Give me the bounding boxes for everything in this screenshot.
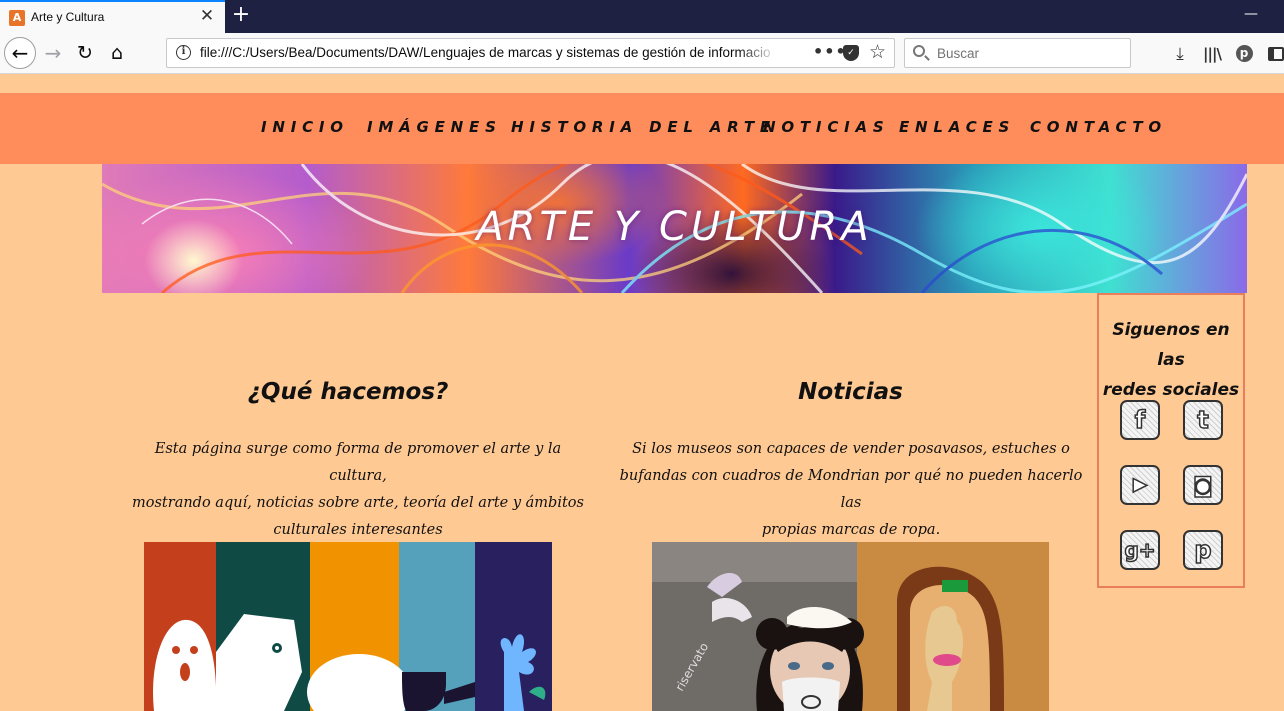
close-tab-icon[interactable]: ✕ [198,7,216,25]
youtube-icon[interactable]: ▶ [1120,465,1160,505]
que-hacemos-heading: ¿Qué hacemos? [247,379,449,405]
pocket-icon[interactable]: ✓ [843,45,859,61]
reload-icon[interactable]: ↻ [69,37,101,69]
browser-toolbar: ← → ↻ ⌂ i file:///C:/Users/Bea/Documents… [0,33,1284,74]
forward-icon[interactable]: → [37,37,69,69]
social-title: Siguenos en las redes sociales [1099,315,1243,405]
site-favicon-icon: A [9,10,25,26]
home-icon[interactable]: ⌂ [101,37,133,69]
pinterest-icon[interactable]: p [1234,43,1254,65]
nav-item-noticias[interactable]: NOTICIAS [763,118,890,136]
popart-image [144,542,552,711]
google-plus-icon[interactable]: g+ [1120,530,1160,570]
minimize-window-icon[interactable]: — [1244,6,1258,22]
tab-bar: A Arte y Cultura ✕ + — [0,0,1284,33]
noticias-line: propias marcas de ropa. [761,522,941,538]
fashion-museum-image: riservato [652,542,1049,711]
que-hacemos-line: culturales interesantes [273,522,443,538]
library-icon[interactable]: |||\ [1202,43,1222,65]
noticias-heading: Noticias [798,379,903,405]
nav-item-imagenes[interactable]: IMÁGENES [367,118,502,136]
noticias-line: Si los museos son capaces de vender posa… [632,441,1070,457]
download-icon[interactable]: ⤓ [1170,43,1190,65]
bookmark-star-icon[interactable]: ☆ [869,41,886,63]
nav-item-inicio[interactable]: INICIO [261,118,349,136]
social-title-line: redes sociales [1102,380,1240,400]
que-hacemos-line: Esta página surge como forma de promover… [154,441,562,484]
que-hacemos-line: mostrando aquí, noticias sobre arte, teo… [132,495,584,511]
page-actions-icon[interactable]: ••• [813,42,847,61]
nav-item-enlaces[interactable]: ENLACES [899,118,1015,136]
hero-banner: ARTE Y CULTURA [102,164,1247,293]
search-bar[interactable]: Buscar [904,38,1131,68]
sidebar-icon[interactable] [1268,43,1284,65]
nav-item-historia-del-arte[interactable]: HISTORIA DEL ARTE [511,118,776,136]
pinterest-social-icon[interactable]: p [1183,530,1223,570]
url-fade [738,41,778,65]
back-icon[interactable]: ← [4,37,36,69]
url-text[interactable]: file:///C:/Users/Bea/Documents/DAW/Lengu… [200,45,778,63]
tab-title: Arte y Cultura [31,10,105,24]
social-title-line: Siguenos en las [1112,320,1230,370]
facebook-icon[interactable]: f [1120,400,1160,440]
social-sidebar: Siguenos en las redes sociales f t ▶ ◙ g… [1097,293,1245,588]
noticias-text: Si los museos son capaces de vender posa… [616,436,1086,544]
info-icon[interactable]: i [176,45,191,60]
search-input[interactable]: Buscar [937,46,979,61]
noticias-line: bufandas con cuadros de Mondrian por qué… [619,468,1083,511]
site-nav: INICIO IMÁGENES HISTORIA DEL ARTE NOTICI… [0,93,1284,164]
instagram-icon[interactable]: ◙ [1183,465,1223,505]
que-hacemos-text: Esta página surge como forma de promover… [126,436,590,544]
hero-title: ARTE Y CULTURA [476,204,873,250]
tumblr-icon[interactable]: t [1183,400,1223,440]
tab-arte-y-cultura[interactable]: A Arte y Cultura ✕ [0,0,225,33]
url-bar[interactable]: i file:///C:/Users/Bea/Documents/DAW/Len… [166,38,895,68]
new-tab-icon[interactable]: + [230,4,252,26]
search-icon [913,45,925,57]
nav-item-contacto[interactable]: CONTACTO [1030,118,1167,136]
